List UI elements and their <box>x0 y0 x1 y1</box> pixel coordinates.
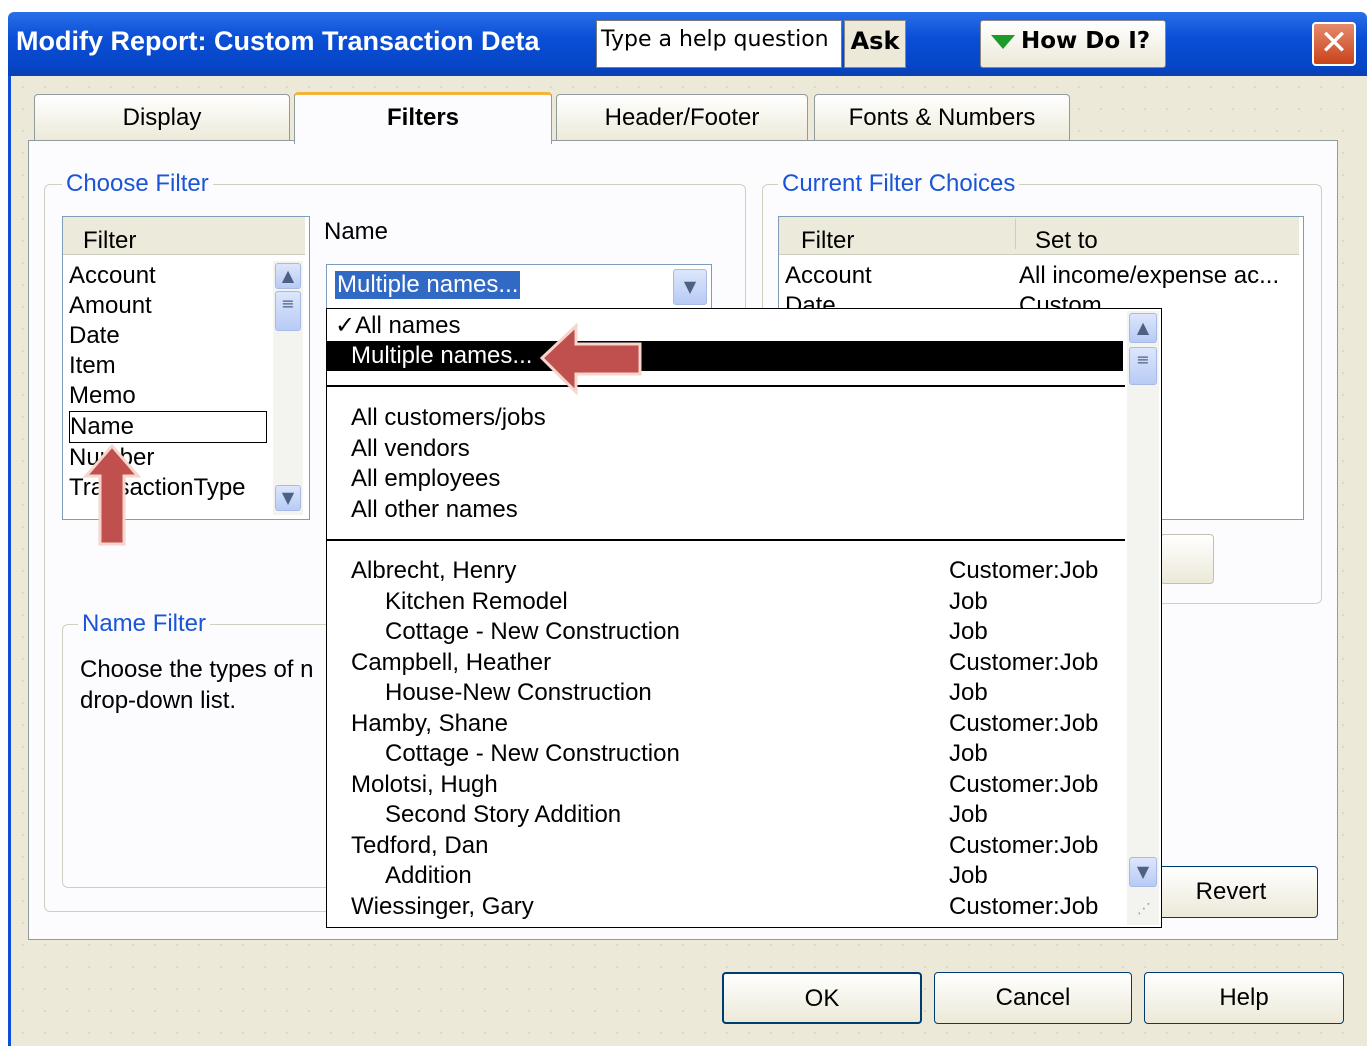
scroll-thumb[interactable]: ≡ <box>275 291 301 331</box>
filter-item-date[interactable]: Date <box>69 321 269 351</box>
check-icon: ✓ <box>335 312 356 339</box>
annotation-arrow-up-icon <box>82 443 142 546</box>
current-filter-row-set-to[interactable]: All income/expense ac... <box>1019 261 1279 291</box>
filter-list-header-label: Filter <box>83 227 137 254</box>
dropdown-item-all-names[interactable]: ✓All names <box>335 311 460 341</box>
dropdown-name-item[interactable]: Tedford, Dan <box>351 831 488 861</box>
dropdown-name-item[interactable]: House-New Construction <box>385 678 652 708</box>
chevron-down-icon[interactable]: ▼ <box>673 269 707 305</box>
dropdown-name-item[interactable]: Addition <box>385 861 472 891</box>
name-filter-text-line2: drop-down list. <box>80 687 237 714</box>
filter-item-account[interactable]: Account <box>69 261 269 291</box>
tab-fonts-numbers-label: Fonts & Numbers <box>848 104 1036 131</box>
tab-filters[interactable]: Filters <box>294 92 552 144</box>
dropdown-name-item[interactable]: Campbell, Heather <box>351 648 551 678</box>
dropdown-name-type: Customer:Job <box>949 710 1099 737</box>
help-question-input[interactable]: Type a help question <box>596 20 842 68</box>
tab-header-footer-label: Header/Footer <box>604 104 760 131</box>
dropdown-name-type: Customer:Job <box>949 771 1099 798</box>
dropdown-name-type: Job <box>949 588 988 615</box>
ask-button[interactable]: Ask <box>844 20 906 68</box>
dropdown-name-type: Customer:Job <box>949 557 1099 584</box>
help-button[interactable]: Help <box>1144 972 1344 1024</box>
dropdown-name-type: Job <box>949 740 988 767</box>
dropdown-item-multiple-names[interactable]: Multiple names... <box>351 341 532 371</box>
filter-item-amount[interactable]: Amount <box>69 291 269 321</box>
dropdown-name-item[interactable]: Second Story Addition <box>385 800 621 830</box>
scroll-up-icon[interactable]: ▲ <box>1129 313 1157 343</box>
revert-button[interactable]: Revert <box>1144 866 1318 918</box>
col-set-to-header: Set to <box>1035 227 1098 254</box>
dropdown-name-type: Job <box>949 679 988 706</box>
dropdown-item-all-employees[interactable]: All employees <box>351 464 500 494</box>
window-title: Modify Report: Custom Transaction Deta <box>16 26 540 56</box>
how-do-i-label: How Do I? <box>1021 28 1151 54</box>
close-button[interactable]: ✕ <box>1312 22 1356 66</box>
close-icon: ✕ <box>1319 23 1349 63</box>
tab-header-footer[interactable]: Header/Footer <box>556 94 808 142</box>
name-filter-title: Name Filter <box>78 610 211 638</box>
dropdown-separator <box>327 385 1125 387</box>
filter-list-scrollbar[interactable]: ▲ ≡ ▼ <box>273 261 303 515</box>
dropdown-name-type: Customer:Job <box>949 649 1099 676</box>
col-filter-header: Filter <box>801 227 855 254</box>
filter-item-memo[interactable]: Memo <box>69 381 269 411</box>
name-field-label: Name <box>324 218 389 245</box>
scroll-down-icon[interactable]: ▼ <box>275 485 301 511</box>
ok-button[interactable]: OK <box>722 972 922 1024</box>
annotation-arrow-left-icon <box>539 322 642 396</box>
dropdown-name-item[interactable]: Hamby, Shane <box>351 709 508 739</box>
column-divider <box>1015 219 1016 249</box>
name-combo-value: Multiple names... <box>335 271 521 299</box>
dropdown-name-item[interactable]: Kitchen Remodel <box>385 587 568 617</box>
dropdown-name-type: Job <box>949 862 988 889</box>
scroll-down-icon[interactable]: ▼ <box>1129 857 1157 887</box>
tab-display-label: Display <box>122 104 202 131</box>
remove-filter-button-partial[interactable] <box>1160 534 1214 584</box>
filter-item-item[interactable]: Item <box>69 351 269 381</box>
dropdown-name-type: Job <box>949 801 988 828</box>
scroll-up-icon[interactable]: ▲ <box>275 263 301 289</box>
current-filter-header: Filter Set to <box>779 217 1299 255</box>
tab-fonts-numbers[interactable]: Fonts & Numbers <box>814 94 1070 142</box>
dropdown-name-item[interactable]: Cottage - New Construction <box>385 617 680 647</box>
dropdown-separator <box>327 539 1125 541</box>
name-combo[interactable]: Multiple names... ▼ <box>326 264 712 310</box>
dropdown-name-item[interactable]: Albrecht, Henry <box>351 556 516 586</box>
dropdown-name-type: Customer:Job <box>949 893 1099 920</box>
dropdown-scrollbar[interactable]: ▲ ≡ ▼ ⋰ <box>1127 311 1159 925</box>
dropdown-item-all-other-names[interactable]: All other names <box>351 495 518 525</box>
dropdown-item-all-customers-jobs[interactable]: All customers/jobs <box>351 403 546 433</box>
dropdown-name-item[interactable]: Cottage - New Construction <box>385 739 680 769</box>
scroll-thumb[interactable]: ≡ <box>1129 347 1157 385</box>
current-filter-row-filter[interactable]: Account <box>785 261 872 291</box>
how-do-i-button[interactable]: How Do I? <box>980 20 1166 68</box>
name-dropdown-list[interactable]: ✓All names Multiple names... All custome… <box>326 308 1162 928</box>
dropdown-name-type: Customer:Job <box>949 832 1099 859</box>
dropdown-name-item[interactable]: Wiessinger, Gary <box>351 892 534 922</box>
cancel-button[interactable]: Cancel <box>934 972 1132 1024</box>
tab-display[interactable]: Display <box>34 94 290 142</box>
current-filter-title: Current Filter Choices <box>778 170 1020 198</box>
triangle-down-icon <box>991 34 1015 49</box>
resize-grip-icon[interactable]: ⋰ <box>1137 901 1155 919</box>
name-filter-text-line1: Choose the types of n <box>80 656 314 683</box>
name-filter-description: Choose the types of n drop-down list. <box>80 654 313 716</box>
tab-filters-label: Filters <box>386 104 460 131</box>
filter-list-header: Filter <box>63 217 305 255</box>
all-names-label: All names <box>355 312 461 339</box>
dropdown-item-all-vendors[interactable]: All vendors <box>351 434 470 464</box>
dropdown-name-type: Job <box>949 618 988 645</box>
choose-filter-title: Choose Filter <box>62 170 213 198</box>
filter-item-name[interactable]: Name <box>69 411 267 443</box>
dropdown-name-item[interactable]: Molotsi, Hugh <box>351 770 498 800</box>
